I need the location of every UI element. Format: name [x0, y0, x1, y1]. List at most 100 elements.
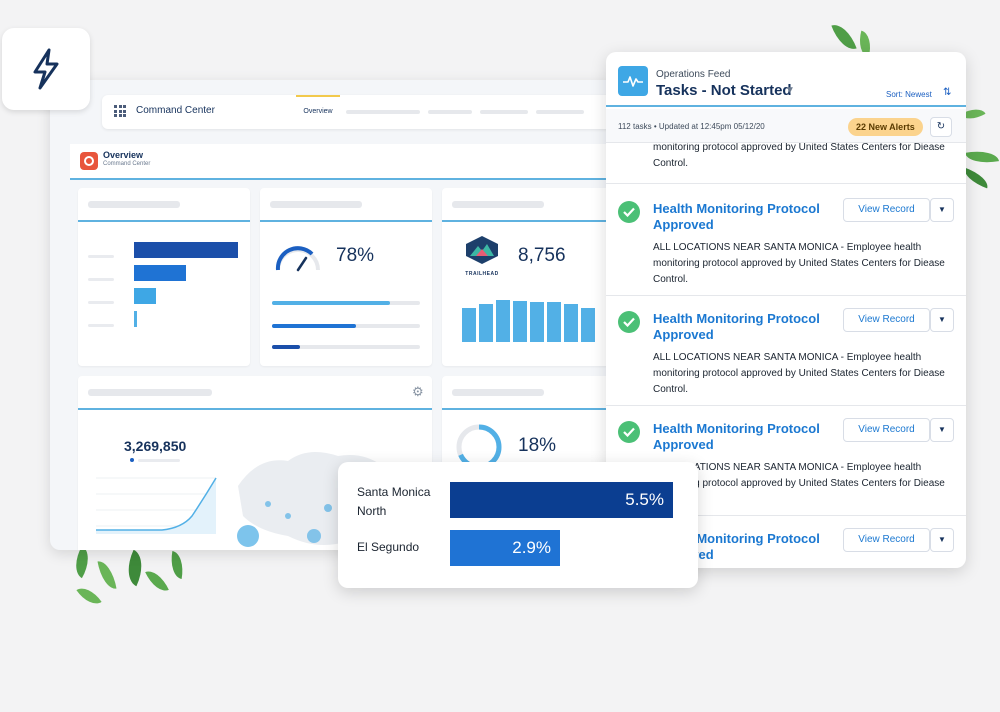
view-record-button[interactable]: View Record	[843, 528, 930, 552]
list-item: Health Monitoring Protocol Approved View…	[606, 295, 966, 406]
chevron-down-icon[interactable]: ▼	[930, 528, 954, 552]
item-description: ALL LOCATIONS NEAR SANTA MONICA - Employ…	[653, 242, 945, 285]
leaf-decoration	[831, 20, 857, 54]
card-header	[78, 188, 250, 222]
progress-bar	[272, 345, 420, 349]
refresh-icon[interactable]: ↻	[930, 117, 952, 137]
sort-label[interactable]: Sort: Newest	[886, 90, 932, 99]
leaf-decoration	[167, 550, 187, 580]
caret-down-icon[interactable]: ▼	[785, 85, 795, 96]
legend-dot	[130, 458, 134, 462]
card-header	[78, 376, 432, 410]
bar	[564, 304, 578, 342]
leaf-decoration	[76, 582, 102, 610]
feed-list-title[interactable]: Tasks - Not Started	[656, 82, 792, 99]
bar	[530, 302, 544, 342]
bar	[134, 265, 186, 281]
view-record-button[interactable]: View Record	[843, 418, 930, 442]
bar	[547, 302, 561, 342]
status-text: 112 tasks • Updated at 12:45pm 05/12/20	[618, 122, 765, 131]
check-icon	[618, 311, 640, 333]
card-header	[442, 376, 614, 410]
row-label-placeholder	[88, 324, 114, 327]
app-name: Command Center	[136, 105, 215, 116]
bar	[134, 242, 238, 258]
gauge-card: 78%	[260, 188, 432, 366]
pulse-icon	[618, 66, 648, 96]
lightning-badge	[2, 28, 90, 110]
item-title-link[interactable]: Health Monitoring Protocol Approved	[653, 311, 838, 343]
alerts-badge[interactable]: 22 New Alerts	[848, 118, 923, 136]
gauge-icon	[275, 246, 320, 272]
ring-value: 18%	[518, 435, 557, 456]
bar	[479, 304, 493, 342]
overview-header: Overview Command Center ⚲	[70, 144, 613, 180]
location-bar: 5.5%	[450, 482, 673, 518]
location-value: 2.9%	[512, 538, 551, 557]
trailhead-count: 8,756	[518, 245, 566, 266]
sort-arrows-icon[interactable]: ⇅	[943, 87, 951, 98]
view-record-button[interactable]: View Record	[843, 308, 930, 332]
lightning-bolt-icon	[33, 48, 59, 90]
leaf-decoration	[68, 545, 96, 579]
tab-overview[interactable]: Overview	[296, 95, 340, 129]
chevron-down-icon[interactable]: ▼	[930, 198, 954, 222]
app-launcher-icon[interactable]	[114, 105, 126, 117]
location-rates-card: Santa Monica North 5.5% El Segundo 2.9%	[338, 462, 698, 588]
view-record-button[interactable]: View Record	[843, 198, 930, 222]
area-chart	[96, 477, 217, 534]
gauge-value: 78%	[336, 245, 375, 266]
check-icon	[618, 201, 640, 223]
location-bar: 2.9%	[450, 530, 560, 566]
row-label-placeholder	[88, 255, 114, 258]
card-header	[442, 188, 614, 222]
legend-label-placeholder	[138, 459, 180, 462]
app-top-bar: Command Center Overview	[102, 95, 640, 129]
leaf-decoration	[965, 147, 999, 167]
progress-bar	[272, 324, 420, 328]
bar	[134, 288, 156, 304]
overview-title: Overview	[103, 150, 144, 160]
item-description: monitoring protocol approved by United S…	[653, 143, 945, 169]
bar	[496, 300, 510, 342]
tab-placeholder[interactable]	[480, 110, 528, 114]
bar	[581, 308, 595, 342]
list-item: monitoring protocol approved by United S…	[606, 143, 966, 184]
row-label-placeholder	[88, 278, 114, 281]
trailhead-card: TRAILHEAD 8,756	[442, 188, 614, 366]
item-title-link[interactable]: Health Monitoring Protocol Approved	[653, 201, 838, 233]
bar-chart-card	[78, 188, 250, 366]
leaf-decoration	[120, 549, 150, 587]
bar	[513, 301, 527, 342]
bar	[134, 311, 137, 327]
overview-icon	[80, 152, 98, 170]
leaf-decoration	[145, 566, 169, 596]
trailhead-mountain-icon	[466, 236, 498, 264]
card-header	[260, 188, 432, 222]
location-name: Santa Monica North	[357, 485, 431, 518]
tab-placeholder[interactable]	[346, 110, 420, 114]
feed-header: Operations Feed Tasks - Not Started ▼ So…	[606, 52, 966, 107]
location-value: 5.5%	[625, 490, 664, 509]
location-name: El Segundo	[357, 540, 420, 554]
tab-placeholder[interactable]	[536, 110, 584, 114]
list-item: Health Monitoring Protocol Approved View…	[606, 185, 966, 296]
settings-icon[interactable]: ⚙	[412, 384, 424, 400]
chevron-down-icon[interactable]: ▼	[930, 308, 954, 332]
progress-bar	[272, 301, 420, 305]
total-count: 3,269,850	[124, 438, 187, 454]
feed-label: Operations Feed	[656, 69, 731, 80]
trailhead-logo: TRAILHEAD	[462, 234, 502, 277]
leaf-decoration	[97, 559, 117, 591]
row-label-placeholder	[88, 301, 114, 304]
item-description: ALL LOCATIONS NEAR SANTA MONICA - Employ…	[653, 352, 945, 395]
bar	[462, 308, 476, 342]
overview-subtitle: Command Center	[103, 161, 151, 167]
chevron-down-icon[interactable]: ▼	[930, 418, 954, 442]
column-chart	[462, 298, 602, 342]
check-icon	[618, 421, 640, 443]
trailhead-logo-text: TRAILHEAD	[465, 271, 499, 277]
item-title-link[interactable]: Health Monitoring Protocol Approved	[653, 421, 838, 453]
feed-status-bar: 112 tasks • Updated at 12:45pm 05/12/20 …	[606, 109, 966, 143]
tab-placeholder[interactable]	[428, 110, 472, 114]
